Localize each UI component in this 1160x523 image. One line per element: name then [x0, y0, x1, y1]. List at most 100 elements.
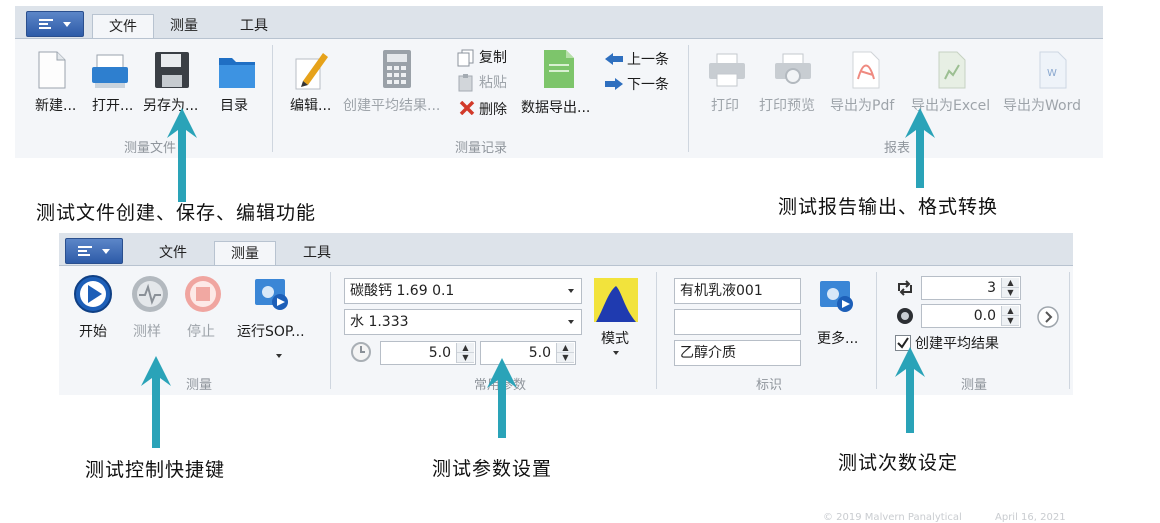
- tab-file[interactable]: 文件: [92, 14, 154, 39]
- app-menu-icon: [39, 19, 53, 30]
- chevron-down-icon: [276, 354, 282, 358]
- time-spinner-1[interactable]: 5.0 ▲ ▼: [380, 341, 476, 365]
- new-file-icon: [38, 51, 66, 89]
- svg-text:W: W: [1047, 68, 1057, 79]
- spinner-buttons[interactable]: ▲ ▼: [456, 343, 474, 363]
- chevron-down-icon: [102, 249, 110, 254]
- expand-circle-icon[interactable]: [1036, 305, 1060, 329]
- tab-tools[interactable]: 工具: [291, 241, 343, 266]
- more-settings-icon: [820, 281, 853, 312]
- app-menu-button[interactable]: [65, 238, 123, 264]
- delay-spinner[interactable]: 0.0 ▲ ▼: [921, 304, 1021, 328]
- app-menu-icon: [78, 246, 92, 257]
- delete-button[interactable]: 删除: [479, 99, 507, 119]
- data-export-button[interactable]: 数据导出...: [521, 97, 590, 117]
- material-combobox[interactable]: 碳酸钙 1.69 0.1: [344, 278, 582, 304]
- ribbon-tab-bar: [59, 233, 1073, 265]
- stop-button[interactable]: 停止: [187, 321, 215, 341]
- arrow-right-icon: [605, 78, 623, 90]
- data-export-icon: [544, 50, 574, 88]
- stop-icon: [185, 276, 221, 312]
- group-label-identify: 标识: [755, 378, 782, 393]
- open-file-icon: [92, 54, 128, 88]
- copy-button[interactable]: 复制: [479, 47, 507, 67]
- spinner-buttons[interactable]: ▲ ▼: [1001, 306, 1019, 326]
- arrow-left-icon: [605, 53, 623, 65]
- dispersant-value: 水 1.333: [350, 314, 409, 330]
- word-icon: W: [1039, 51, 1067, 89]
- spin-up-icon[interactable]: ▲: [1002, 306, 1019, 316]
- edit-pencil-icon: [295, 53, 328, 90]
- paste-button[interactable]: 粘贴: [479, 72, 507, 92]
- excel-icon: [938, 51, 966, 89]
- caption-file-operations: 测试文件创建、保存、编辑功能: [36, 202, 317, 224]
- group-separator: [876, 272, 877, 389]
- catalog-button[interactable]: 目录: [220, 95, 248, 115]
- previous-record-button[interactable]: 上一条: [627, 49, 669, 69]
- arrow-up-icon: [895, 347, 925, 433]
- repeat-count-spinner[interactable]: 3 ▲ ▼: [921, 276, 1021, 300]
- repeat-icon: [898, 280, 912, 296]
- open-file-button[interactable]: 打开...: [92, 95, 133, 115]
- time-value-2: 5.0: [528, 345, 551, 361]
- spin-down-icon[interactable]: ▼: [1002, 316, 1019, 326]
- create-average-button[interactable]: 创建平均结果...: [343, 95, 440, 115]
- caption-report-output: 测试报告输出、格式转换: [778, 196, 999, 218]
- arrow-up-icon: [905, 108, 935, 188]
- arrow-up-icon: [487, 358, 517, 438]
- dispersant-combobox[interactable]: 水 1.333: [344, 309, 582, 335]
- spin-up-icon[interactable]: ▲: [457, 343, 474, 353]
- copy-icon: [457, 49, 474, 67]
- spinner-buttons[interactable]: ▲ ▼: [1001, 278, 1019, 298]
- spin-up-icon[interactable]: ▲: [1002, 278, 1019, 288]
- delay-value: 0.0: [973, 308, 996, 324]
- clock-icon: [351, 342, 371, 362]
- export-pdf-button[interactable]: 导出为Pdf: [830, 95, 894, 115]
- run-sop-button[interactable]: 运行SOP...: [237, 321, 305, 341]
- start-button[interactable]: 开始: [79, 321, 107, 341]
- play-icon: [74, 275, 112, 313]
- group-label-records: 测量记录: [454, 141, 507, 156]
- printer-icon: [709, 53, 745, 87]
- tab-measure[interactable]: 测量: [214, 241, 276, 266]
- caption-repeat-settings: 测试次数设定: [838, 452, 959, 474]
- edit-button[interactable]: 编辑...: [290, 95, 331, 115]
- arrow-up-icon: [141, 356, 171, 448]
- print-preview-button[interactable]: 打印预览: [759, 95, 815, 115]
- folder-icon: [219, 58, 255, 88]
- group-separator: [656, 272, 657, 389]
- export-word-button[interactable]: 导出为Word: [1003, 95, 1081, 115]
- tab-measure[interactable]: 测量: [158, 14, 210, 39]
- label-field-3[interactable]: 乙醇介质: [674, 340, 801, 366]
- spin-up-icon[interactable]: ▲: [557, 343, 574, 353]
- calculator-icon: [383, 50, 411, 88]
- group-separator: [688, 45, 689, 152]
- group-separator: [330, 272, 331, 389]
- spin-down-icon[interactable]: ▼: [457, 353, 474, 363]
- app-menu-button[interactable]: [26, 11, 84, 37]
- more-button[interactable]: 更多...: [817, 328, 858, 348]
- save-icon: [155, 52, 189, 88]
- spin-down-icon[interactable]: ▼: [557, 353, 574, 363]
- group-separator: [272, 45, 273, 152]
- label-field-2[interactable]: [674, 309, 801, 335]
- caption-parameter-settings: 测试参数设置: [432, 458, 553, 480]
- mode-button[interactable]: 模式: [601, 328, 629, 348]
- spin-down-icon[interactable]: ▼: [1002, 288, 1019, 298]
- repeat-count-value: 3: [987, 280, 996, 296]
- tab-tools[interactable]: 工具: [228, 14, 280, 39]
- print-button[interactable]: 打印: [711, 95, 739, 115]
- sample-button[interactable]: 测样: [133, 321, 161, 341]
- footer-copyright: © 2019 Malvern Panalytical: [823, 512, 962, 523]
- label-field-1[interactable]: 有机乳液001: [674, 278, 801, 304]
- chevron-down-icon: [568, 289, 574, 293]
- group-label-measure-repeat: 测量: [960, 378, 987, 393]
- next-record-button[interactable]: 下一条: [627, 74, 669, 94]
- chevron-down-icon: [613, 351, 619, 355]
- chevron-down-icon: [63, 22, 71, 27]
- spinner-buttons[interactable]: ▲ ▼: [556, 343, 574, 363]
- new-file-button[interactable]: 新建...: [35, 95, 76, 115]
- paste-icon: [458, 74, 473, 92]
- group-separator: [1069, 272, 1070, 389]
- tab-file[interactable]: 文件: [147, 241, 199, 266]
